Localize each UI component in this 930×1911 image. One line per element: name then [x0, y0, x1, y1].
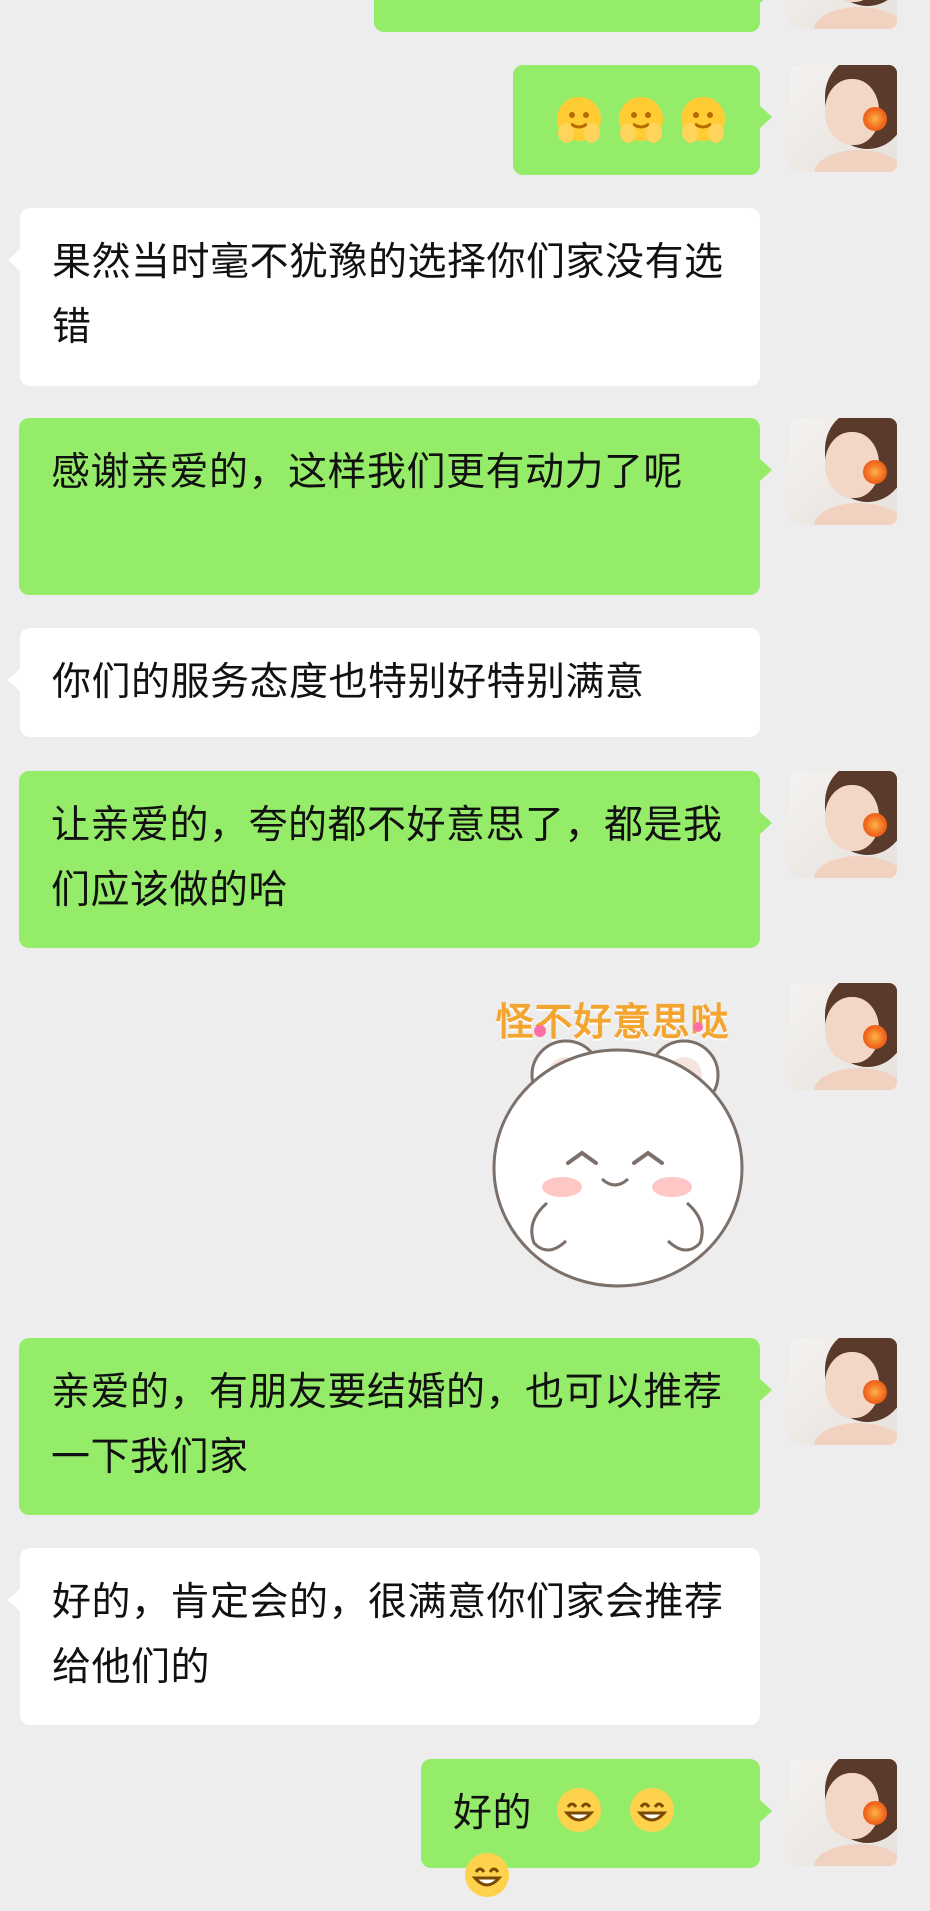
- grin-icon: [629, 1788, 674, 1832]
- avatar[interactable]: [790, 1759, 897, 1866]
- message-text: 好的: [453, 1791, 533, 1836]
- shy-hands-icon: [618, 97, 663, 143]
- avatar[interactable]: [790, 0, 897, 29]
- shy-hands-icon: [680, 97, 725, 143]
- message-bubble-received[interactable]: 果然当时毫不犹豫的选择你们家没有选错: [8, 208, 760, 386]
- message-bubble-sent[interactable]: 亲爱的，有朋友要结婚的，也可以推荐一下我们家: [19, 1338, 772, 1515]
- message-bubble-sent-text-emoji[interactable]: 好的: [421, 1759, 772, 1897]
- avatar[interactable]: [790, 1338, 897, 1445]
- message-bubble-sent[interactable]: 感谢亲爱的，这样我们更有动力了呢: [19, 418, 772, 595]
- shy-hands-icon: [556, 97, 601, 143]
- message-bubble-sent-emoji[interactable]: [513, 65, 772, 175]
- grin-icon: [556, 1788, 601, 1832]
- sticker-message[interactable]: 怪不好意思哒: [470, 983, 755, 1303]
- grin-icon: [465, 1853, 509, 1897]
- shy-bear-icon: [492, 1022, 744, 1288]
- avatar[interactable]: [790, 65, 897, 172]
- message-bubble-received[interactable]: 好的，肯定会的，很满意你们家会推荐给他们的: [8, 1548, 760, 1725]
- avatar[interactable]: [790, 771, 897, 878]
- message-bubble-sent-partial[interactable]: [374, 0, 772, 32]
- avatar[interactable]: [790, 418, 897, 525]
- avatar[interactable]: [790, 983, 897, 1090]
- message-bubble-received[interactable]: 你们的服务态度也特别好特别满意: [8, 628, 760, 737]
- message-bubble-sent[interactable]: 让亲爱的，夸的都不好意思了，都是我们应该做的哈: [19, 771, 772, 948]
- chat-thread: 果然当时毫不犹豫的选择你们家没有选错 感谢亲爱的，这样我们更有动力了呢 你们的服…: [0, 0, 930, 1897]
